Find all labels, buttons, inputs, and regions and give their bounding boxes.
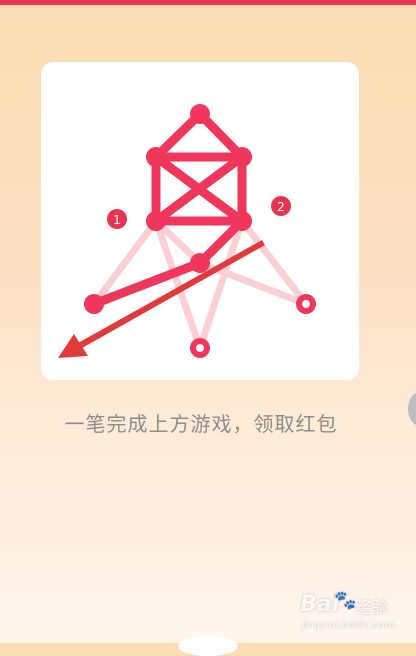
watermark-url: jingyan.baidu.com [302,620,395,631]
bottom-tab-handle[interactable] [178,636,238,656]
node-top[interactable] [190,104,210,124]
node-right-endpoint-hole [302,300,310,308]
watermark-brand-cn: 经验 [356,598,389,617]
node-upper-left[interactable] [146,147,166,167]
step-marker-1: 1 [107,209,127,229]
node-center[interactable] [190,253,210,273]
instruction-text: 一笔完成上方游戏，领取红包 [64,412,338,436]
one-stroke-puzzle[interactable]: 1 2 [0,0,416,643]
node-upper-right[interactable] [232,147,252,167]
step-marker-label: 1 [113,213,121,227]
baidu-jingyan-watermark: Bai 🐾 经验 jingyan.baidu.com [300,590,412,640]
node-mid-left[interactable] [146,211,166,231]
node-mid-right[interactable] [232,211,252,231]
step-marker-2: 2 [271,196,291,216]
paw-icon: 🐾 [334,590,357,611]
node-lower-left[interactable] [84,294,104,314]
undrawn-edges [90,217,310,352]
step-marker-label: 2 [277,200,285,214]
node-bottom-endpoint-hole [196,344,204,352]
